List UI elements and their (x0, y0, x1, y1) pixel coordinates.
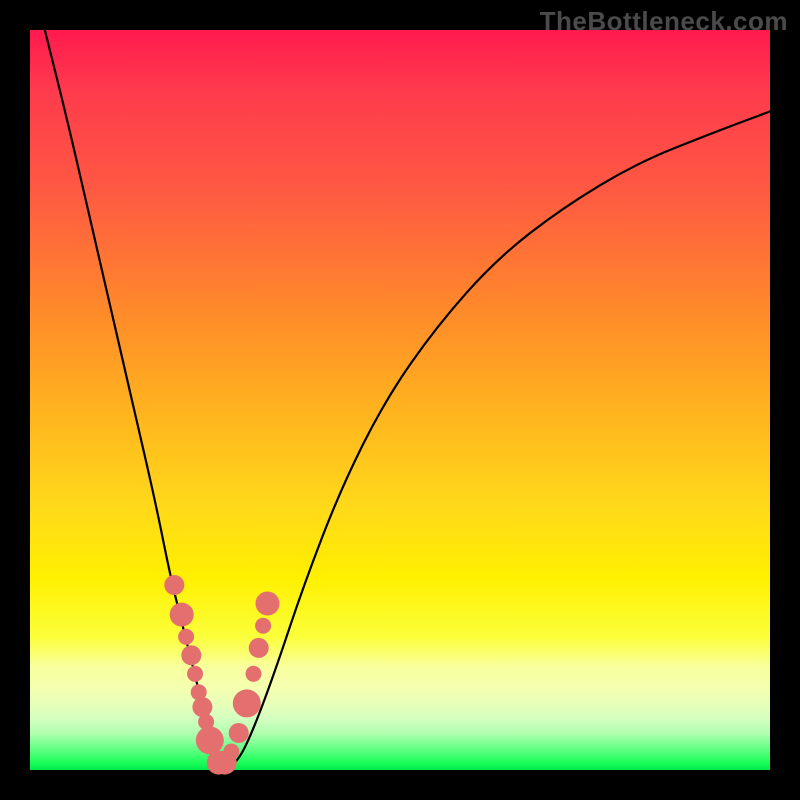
chart-frame: TheBottleneck.com (0, 0, 800, 800)
marker-point (223, 744, 239, 760)
chart-svg (30, 30, 770, 770)
plot-area (30, 30, 770, 770)
marker-point (229, 723, 249, 743)
marker-point (196, 726, 224, 754)
bottleneck-curve (45, 30, 770, 768)
marker-point (246, 666, 262, 682)
highlight-markers (164, 575, 279, 775)
marker-point (170, 603, 194, 627)
marker-point (178, 629, 194, 645)
marker-point (249, 638, 269, 658)
marker-point (164, 575, 184, 595)
watermark-text: TheBottleneck.com (540, 6, 788, 37)
marker-point (181, 645, 201, 665)
marker-point (256, 592, 280, 616)
marker-point (192, 697, 212, 717)
marker-point (255, 618, 271, 634)
marker-point (187, 666, 203, 682)
marker-point (233, 689, 261, 717)
